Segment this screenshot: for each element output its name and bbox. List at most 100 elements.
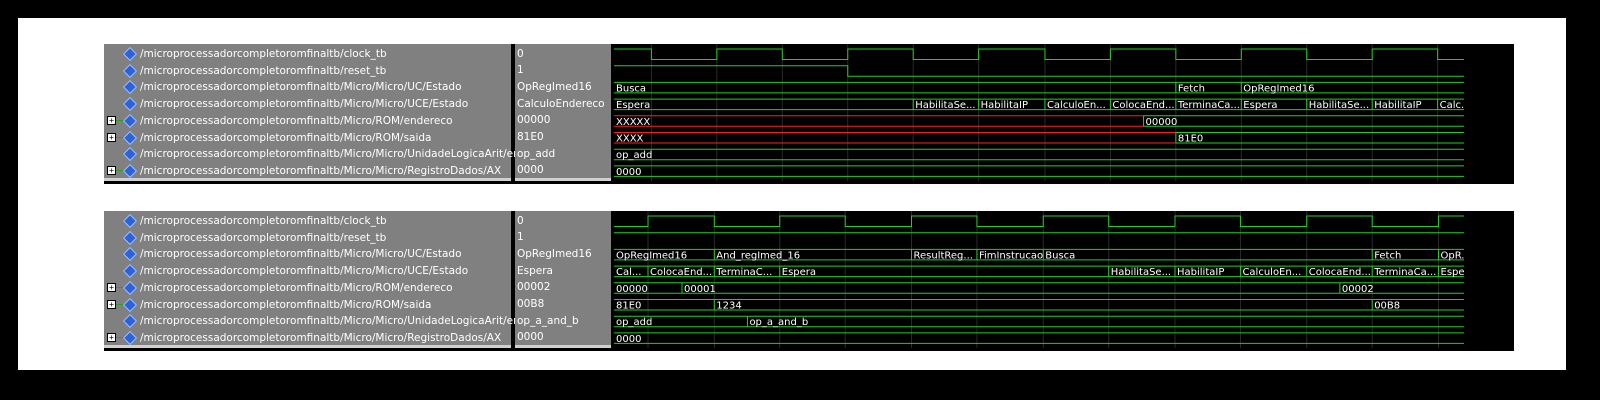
signal-value: 00B8 — [517, 298, 545, 310]
signal-name: /microprocessadorcompletoromfinaltb/Micr… — [140, 281, 453, 294]
bus-segment: FimInstrucao — [976, 248, 1044, 261]
bus-value-label: Busca — [1045, 250, 1075, 261]
bus-value-label: OpRegImed16 — [1243, 83, 1314, 94]
bus-value-label: HabilitaIP — [981, 100, 1028, 111]
bus-segment: TerminaC... — [713, 265, 780, 278]
names-hscrollbar[interactable] — [104, 345, 511, 348]
bus-value-label: HabilitaIP — [1374, 100, 1421, 111]
bus-segment: TerminaCa... — [1175, 98, 1242, 111]
signal-row[interactable]: /microprocessadorcompletoromfinaltb/Micr… — [104, 246, 511, 263]
bus-value-label: OpR... — [1441, 250, 1465, 261]
bus-value-label: 00B8 — [1374, 301, 1400, 312]
waveform-hscrollbar[interactable] — [614, 181, 1464, 184]
plus-box-icon[interactable]: + — [107, 133, 116, 142]
signal-value: 0000 — [517, 331, 544, 344]
values-hscrollbar[interactable] — [515, 345, 611, 348]
plus-box-icon[interactable]: + — [107, 333, 116, 343]
signal-value: 00002 — [517, 281, 551, 294]
signal-value: 00000 — [517, 114, 551, 127]
wave-panel-1: /microprocessadorcompletoromfinaltb/cloc… — [104, 44, 1514, 184]
signal-name: /microprocessadorcompletoromfinaltb/Micr… — [140, 265, 469, 278]
bus-value-label: 00001 — [684, 284, 716, 295]
signal-row[interactable]: /microprocessadorcompletoromfinaltb/rese… — [104, 229, 511, 246]
bus-segment: CalculoEn... — [1239, 265, 1307, 278]
bus-value-label: TerminaC... — [715, 267, 772, 278]
bus-value-label: ColocaEnd... — [650, 267, 712, 278]
names-hscrollbar[interactable] — [104, 178, 511, 181]
signal-row[interactable]: /microprocessadorcompletoromfinaltb/Micr… — [104, 162, 511, 179]
signal-value: 0000 — [517, 164, 544, 177]
signal-row[interactable]: /microprocessadorcompletoromfinaltb/Micr… — [104, 112, 511, 129]
signal-name: /microprocessadorcompletoromfinaltb/rese… — [140, 231, 387, 244]
bus-value-label: OpRegImed16 — [616, 250, 687, 261]
bus-value-label: Espera — [616, 100, 650, 111]
signal-row[interactable]: /microprocessadorcompletoromfinaltb/Micr… — [104, 129, 511, 146]
bus-value-label: Espera — [1243, 100, 1277, 111]
signal-name: /microprocessadorcompletoromfinaltb/rese… — [140, 64, 387, 77]
bus-value-label: FimInstrucao — [979, 250, 1043, 261]
bus-segment: CalculoEn... — [1044, 98, 1111, 111]
bus-value-label: 00000 — [616, 284, 648, 295]
waveform-pane[interactable]: Busca Fetch OpRegImed16 Espera HabilitaSe...… — [614, 44, 1464, 184]
signal-value: OpRegImed16 — [517, 80, 592, 93]
signal-name: /microprocessadorcompletoromfinaltb/Micr… — [140, 331, 502, 344]
plus-box-icon[interactable]: + — [107, 300, 116, 309]
waveform-hscrollbar[interactable] — [614, 348, 1464, 351]
bus-value-label: 0000 — [616, 167, 641, 178]
signal-name: /microprocessadorcompletoromfinaltb/Micr… — [140, 164, 502, 177]
signal-row[interactable]: /microprocessadorcompletoromfinaltb/cloc… — [104, 46, 511, 63]
bus-value-label: ColocaEnd... — [1112, 100, 1174, 111]
signal-value: 0 — [517, 47, 524, 60]
bus-value-label: 81E0 — [1178, 134, 1203, 145]
bus-value-label: CalculoEn... — [1047, 100, 1106, 111]
plus-box-icon[interactable]: + — [107, 116, 116, 126]
bus-value-label: ResultReg... — [914, 250, 973, 261]
signal-name: /microprocessadorcompletoromfinaltb/Micr… — [140, 315, 555, 328]
bus-value-label: HabilitaSe... — [915, 100, 975, 111]
bus-segment: Calc... — [1437, 98, 1464, 111]
bus-value-label: 81E0 — [616, 301, 641, 312]
waveform-pane[interactable]: OpRegImed16 And_regImed_16 ResultReg... Fim… — [614, 211, 1464, 351]
signal-value: Espera — [517, 264, 553, 277]
signal-row[interactable]: /microprocessadorcompletoromfinaltb/Micr… — [104, 313, 555, 330]
waveform-canvas[interactable]: Busca Fetch OpRegImed16 Espera HabilitaSe...… — [614, 44, 1464, 184]
signal-row[interactable]: /microprocessadorcompletoromfinaltb/Micr… — [104, 329, 511, 346]
signal-row[interactable]: /microprocessadorcompletoromfinaltb/Micr… — [104, 263, 511, 280]
bus-segment: HabilitaSe... — [912, 98, 979, 111]
signal-value: 81E0 — [517, 131, 544, 143]
signal-value: 1 — [517, 64, 524, 77]
signal-name: /microprocessadorcompletoromfinaltb/Micr… — [140, 248, 462, 261]
values-hscrollbar[interactable] — [515, 178, 611, 181]
bus-value-label: Calc... — [1440, 100, 1464, 111]
signal-row[interactable]: /microprocessadorcompletoromfinaltb/Micr… — [104, 279, 511, 296]
bus-segment: OpR... — [1438, 248, 1465, 261]
bus-segment: HabilitaSe... — [1108, 265, 1175, 278]
signal-values-pane: 0 1 OpRegImed16 CalculoEndereco 00000 81E0 op_… — [515, 44, 611, 181]
signal-row[interactable]: /microprocessadorcompletoromfinaltb/cloc… — [104, 213, 511, 230]
bus-value-label: op_add — [616, 317, 652, 328]
signal-name: /microprocessadorcompletoromfinaltb/Micr… — [140, 131, 432, 144]
signal-name: /microprocessadorcompletoromfinaltb/Micr… — [140, 114, 453, 127]
plus-box-icon[interactable]: + — [107, 166, 116, 176]
bus-segment: ColocaEnd... — [1306, 265, 1373, 278]
signal-name: /microprocessadorcompletoromfinaltb/cloc… — [140, 215, 387, 227]
signal-row[interactable]: /microprocessadorcompletoromfinaltb/Micr… — [104, 146, 555, 163]
waveform-background — [614, 211, 1464, 351]
signal-row[interactable]: /microprocessadorcompletoromfinaltb/Micr… — [104, 96, 511, 113]
signal-row[interactable]: /microprocessadorcompletoromfinaltb/Micr… — [104, 296, 511, 313]
bus-value-label: 00002 — [1342, 284, 1374, 295]
bus-value-label: 0000 — [616, 334, 641, 345]
signal-name: /microprocessadorcompletoromfinaltb/cloc… — [140, 48, 387, 60]
waveform-canvas[interactable]: OpRegImed16 And_regImed_16 ResultReg... Fim… — [614, 211, 1464, 351]
plus-box-icon[interactable]: + — [107, 283, 116, 293]
bus-segment: ColocaEnd... — [647, 265, 715, 278]
bus-value-label: Espera — [782, 267, 816, 278]
bus-value-label: Busca — [616, 83, 646, 94]
bus-value-label: Fetch — [1178, 83, 1205, 94]
signal-row[interactable]: /microprocessadorcompletoromfinaltb/rese… — [104, 62, 511, 79]
bus-value-label: CalculoEn... — [1242, 267, 1301, 278]
bus-segment: ColocaEnd... — [1109, 98, 1176, 111]
signal-row[interactable]: /microprocessadorcompletoromfinaltb/Micr… — [104, 79, 511, 96]
signal-value: CalculoEndereco — [517, 97, 605, 110]
signal-name: /microprocessadorcompletoromfinaltb/Micr… — [140, 148, 555, 161]
